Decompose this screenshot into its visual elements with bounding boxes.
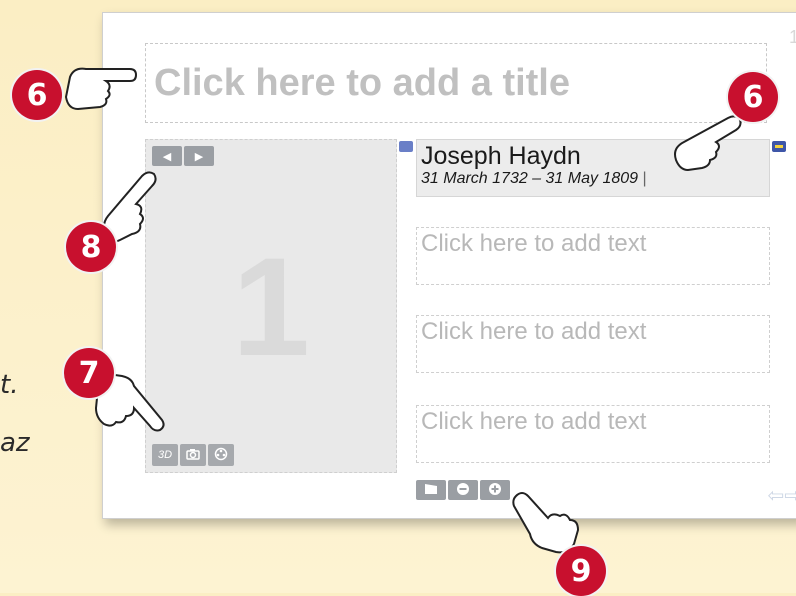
video-button[interactable]	[208, 444, 234, 466]
pointing-hand-icon	[674, 115, 742, 172]
text-placeholder-label: Click here to add text	[421, 318, 647, 345]
heading-dates: 31 March 1732 – 31 May 1809 |	[421, 170, 765, 188]
text-tool-buttons	[416, 480, 510, 500]
next-button[interactable]: ▶	[184, 146, 214, 166]
add-text-button[interactable]	[480, 480, 510, 500]
collapse-icon[interactable]	[772, 141, 786, 152]
side-text-line-1: t.	[0, 370, 19, 400]
text-placeholder-2[interactable]: Click here to add text	[416, 315, 770, 373]
text-placeholder-label: Click here to add text	[421, 408, 647, 435]
triangle-right-icon: ▶	[194, 150, 204, 163]
keyboard-icon[interactable]	[399, 141, 413, 152]
remove-text-button[interactable]	[448, 480, 478, 500]
minus-bar-icon	[775, 145, 783, 148]
pointing-hand-icon	[64, 67, 138, 111]
3d-icon: 3D	[157, 449, 173, 461]
panel-number: 1	[232, 228, 310, 385]
text-placeholder-3[interactable]: Click here to add text	[416, 405, 770, 463]
media-panel[interactable]: ◀ ▶ 1 3D	[145, 139, 397, 473]
side-text-line-2: az	[0, 428, 30, 458]
arrow-right-icon[interactable]: ⇨	[784, 485, 796, 507]
triangle-left-icon: ◀	[162, 150, 172, 163]
plus-icon	[488, 482, 502, 499]
clapperboard-icon	[424, 483, 438, 498]
text-cursor: |	[638, 170, 647, 187]
media-nav-buttons: ◀ ▶	[152, 146, 214, 166]
title-placeholder: Click here to add a title	[154, 61, 570, 104]
arrow-left-icon[interactable]: ⇦	[767, 485, 784, 507]
callout-badge: 9	[556, 546, 606, 596]
callout-badge: 6	[728, 72, 778, 122]
slide-nav-arrows[interactable]: ⇦⇨	[767, 483, 796, 508]
animation-button[interactable]	[416, 480, 446, 500]
text-placeholder-1[interactable]: Click here to add text	[416, 227, 770, 285]
callout-badge: 7	[64, 348, 114, 398]
film-reel-icon	[214, 447, 228, 464]
text-placeholder-label: Click here to add text	[421, 230, 647, 257]
photo-button[interactable]	[180, 444, 206, 466]
slide: 1 Click here to add a title ◀ ▶ 1 3D Jos…	[102, 12, 796, 519]
callout-badge: 6	[12, 70, 62, 120]
title-placeholder-box[interactable]: Click here to add a title	[145, 43, 767, 123]
heading-dates-text: 31 March 1732 – 31 May 1809	[421, 170, 639, 187]
slide-number: 1	[788, 27, 796, 47]
3d-button[interactable]: 3D	[152, 444, 178, 466]
minus-icon	[456, 482, 470, 499]
previous-button[interactable]: ◀	[152, 146, 182, 166]
media-tool-buttons: 3D	[152, 444, 234, 466]
camera-icon	[186, 448, 200, 463]
callout-badge: 8	[66, 222, 116, 272]
